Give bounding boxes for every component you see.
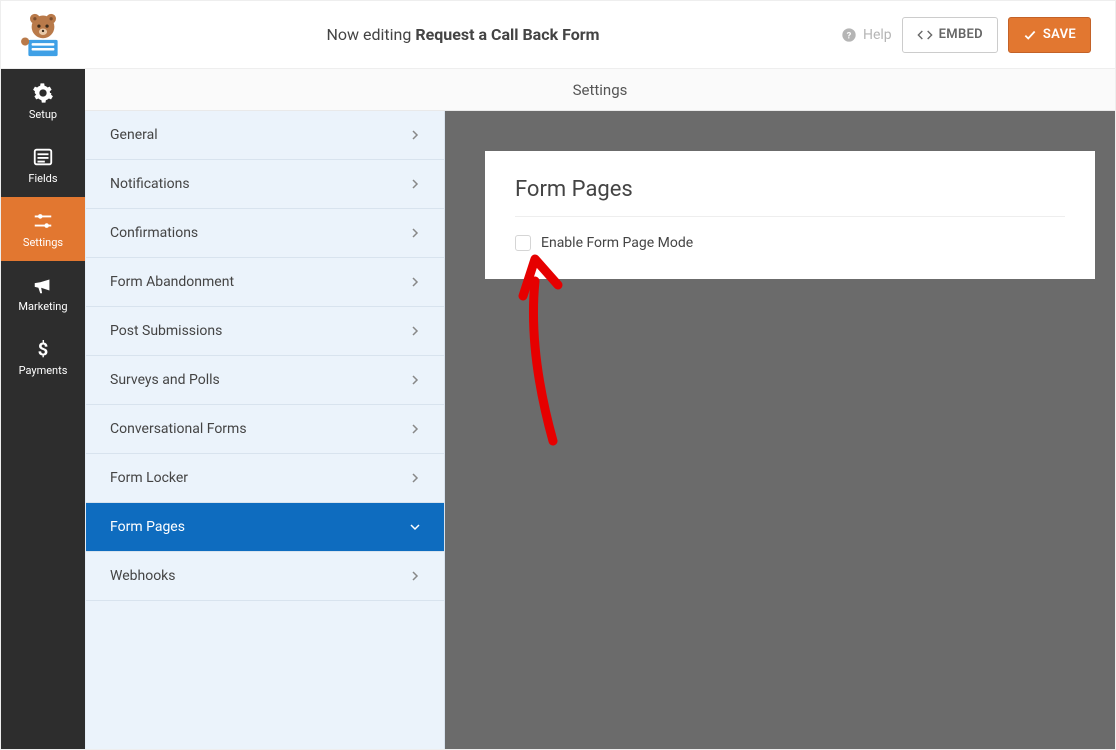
settings-label: Webhooks xyxy=(110,568,176,584)
chevron-right-icon xyxy=(410,277,420,287)
form-title-display: Now editing Request a Call Back Form xyxy=(85,25,841,44)
sliders-icon xyxy=(32,210,54,232)
chevron-right-icon xyxy=(410,424,420,434)
chevron-right-icon xyxy=(410,473,420,483)
settings-item-form-locker[interactable]: Form Locker xyxy=(86,454,444,503)
form-pages-card: Form Pages Enable Form Page Mode xyxy=(485,151,1095,279)
save-label: SAVE xyxy=(1043,27,1076,42)
embed-button[interactable]: EMBED xyxy=(902,17,998,53)
chevron-right-icon xyxy=(410,571,420,581)
nav-label: Fields xyxy=(28,172,57,185)
chevron-right-icon xyxy=(410,179,420,189)
settings-side-panel: General Notifications Confirmations Form… xyxy=(85,111,445,749)
settings-item-notifications[interactable]: Notifications xyxy=(86,160,444,209)
logo xyxy=(1,1,85,69)
chevron-down-icon xyxy=(410,522,420,532)
nav-item-marketing[interactable]: Marketing xyxy=(1,261,85,325)
nav-item-payments[interactable]: $ Payments xyxy=(1,325,85,389)
code-icon xyxy=(917,29,933,41)
settings-label: General xyxy=(110,127,158,143)
page-heading: Settings xyxy=(573,81,628,99)
settings-label: Form Abandonment xyxy=(110,274,234,290)
page-heading-bar: Settings xyxy=(85,69,1115,111)
wpforms-bear-logo-icon xyxy=(17,11,69,59)
bullhorn-icon xyxy=(32,274,54,296)
content-area: Form Pages Enable Form Page Mode xyxy=(445,111,1115,749)
check-icon xyxy=(1023,28,1037,42)
settings-item-surveys-polls[interactable]: Surveys and Polls xyxy=(86,356,444,405)
settings-item-general[interactable]: General xyxy=(86,111,444,160)
card-heading: Form Pages xyxy=(515,177,1065,217)
settings-item-conversational[interactable]: Conversational Forms xyxy=(86,405,444,454)
nav-label: Setup xyxy=(29,108,57,121)
settings-label: Surveys and Polls xyxy=(110,372,220,388)
form-name: Request a Call Back Form xyxy=(415,25,599,44)
dollar-icon: $ xyxy=(32,338,54,360)
annotation-arrow-icon xyxy=(513,251,573,451)
topbar: Now editing Request a Call Back Form ? H… xyxy=(1,1,1115,69)
settings-item-abandonment[interactable]: Form Abandonment xyxy=(86,258,444,307)
checkbox-label: Enable Form Page Mode xyxy=(541,235,693,251)
settings-label: Confirmations xyxy=(110,225,198,241)
chevron-right-icon xyxy=(410,326,420,336)
enable-form-page-mode-row[interactable]: Enable Form Page Mode xyxy=(515,235,1065,251)
checkbox-enable-form-page[interactable] xyxy=(515,235,531,251)
help-link[interactable]: ? Help xyxy=(841,27,892,43)
embed-label: EMBED xyxy=(939,27,983,42)
settings-label: Conversational Forms xyxy=(110,421,247,437)
nav-item-setup[interactable]: Setup xyxy=(1,69,85,133)
svg-text:$: $ xyxy=(38,339,49,360)
save-button[interactable]: SAVE xyxy=(1008,17,1091,53)
settings-label: Post Submissions xyxy=(110,323,222,339)
nav-label: Payments xyxy=(19,364,68,377)
settings-label: Form Locker xyxy=(110,470,188,486)
nav-item-fields[interactable]: Fields xyxy=(1,133,85,197)
nav-item-settings[interactable]: Settings xyxy=(1,197,85,261)
help-icon: ? xyxy=(841,27,857,43)
gear-icon xyxy=(32,82,54,104)
settings-item-confirmations[interactable]: Confirmations xyxy=(86,209,444,258)
chevron-right-icon xyxy=(410,228,420,238)
svg-text:?: ? xyxy=(847,30,852,41)
top-actions: ? Help EMBED SAVE xyxy=(841,17,1115,53)
list-icon xyxy=(32,146,54,168)
settings-item-form-pages[interactable]: Form Pages xyxy=(86,503,444,552)
nav-label: Settings xyxy=(23,236,63,249)
chevron-right-icon xyxy=(410,375,420,385)
body-wrap: General Notifications Confirmations Form… xyxy=(85,111,1115,749)
settings-label: Notifications xyxy=(110,176,190,192)
chevron-right-icon xyxy=(410,130,420,140)
settings-label: Form Pages xyxy=(110,519,185,535)
help-label: Help xyxy=(863,27,892,43)
nav-label: Marketing xyxy=(18,300,67,313)
settings-item-webhooks[interactable]: Webhooks xyxy=(86,552,444,601)
left-nav: Setup Fields Settings Marketing $ Paymen… xyxy=(1,69,85,749)
settings-item-post-submissions[interactable]: Post Submissions xyxy=(86,307,444,356)
title-prefix: Now editing xyxy=(326,25,411,44)
